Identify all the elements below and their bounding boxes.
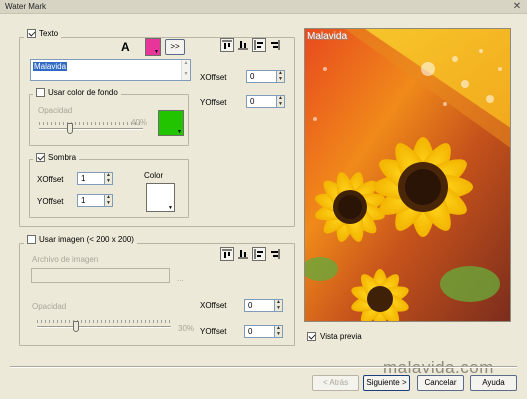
font-icon[interactable]: A bbox=[121, 40, 130, 54]
next-button[interactable]: Siguiente > bbox=[363, 375, 410, 391]
align-top-icon[interactable] bbox=[220, 247, 234, 261]
text-color-swatch[interactable]: ▼ bbox=[145, 38, 161, 56]
title-bar bbox=[0, 0, 527, 14]
preview-checkbox[interactable] bbox=[307, 332, 316, 341]
shadow-yoffset-label: YOffset bbox=[37, 197, 64, 206]
bg-color-header: Usar color de fondo bbox=[33, 88, 121, 97]
bg-color-checkbox[interactable] bbox=[36, 88, 45, 97]
bg-opacity-slider[interactable] bbox=[39, 122, 143, 134]
text-group-header: Texto bbox=[24, 29, 62, 38]
image-xoffset-label: XOffset bbox=[200, 301, 227, 310]
text-group-label: Texto bbox=[39, 29, 59, 38]
image-file-field[interactable] bbox=[31, 268, 170, 283]
text-xoffset-stepper[interactable]: 0 ▲ ▼ bbox=[246, 70, 285, 83]
window-title: Water Mark bbox=[5, 2, 47, 11]
image-align-toolbar bbox=[220, 247, 282, 261]
image-opacity-percent: 30% bbox=[178, 324, 195, 333]
shadow-label: Sombra bbox=[48, 153, 77, 162]
shadow-yoffset-value[interactable]: 1 bbox=[77, 194, 104, 207]
image-file-label: Archivo de imagen bbox=[32, 255, 99, 264]
align-top-icon[interactable] bbox=[220, 38, 234, 52]
image-yoffset-stepper[interactable]: 0 ▲ ▼ bbox=[244, 325, 283, 338]
align-left-icon[interactable] bbox=[252, 247, 266, 261]
preview-panel: Malavida bbox=[304, 28, 511, 322]
text-xoffset-value[interactable]: 0 bbox=[246, 70, 276, 83]
text-yoffset-stepper[interactable]: 0 ▲ ▼ bbox=[246, 95, 285, 108]
preview-toggle[interactable]: Vista previa bbox=[307, 332, 362, 341]
image-xoffset-value[interactable]: 0 bbox=[244, 299, 274, 312]
image-group-label: Usar imagen (< 200 x 200) bbox=[39, 235, 134, 244]
text-scrollbar[interactable]: ▲ ▼ bbox=[181, 60, 190, 80]
image-opacity-thumb[interactable] bbox=[73, 321, 79, 332]
text-checkbox[interactable] bbox=[27, 29, 36, 38]
watermark-text-field[interactable]: Malavida ▲ ▼ bbox=[30, 59, 191, 81]
align-bottom-icon[interactable] bbox=[236, 38, 250, 52]
shadow-color-label: Color bbox=[144, 171, 164, 180]
image-browse-button[interactable]: ... bbox=[177, 274, 184, 283]
cancel-button[interactable]: Cancelar bbox=[417, 375, 464, 391]
shadow-header: Sombra bbox=[33, 153, 80, 162]
bg-opacity-label: Opacidad bbox=[38, 106, 73, 115]
image-opacity-label: Opacidad bbox=[32, 302, 67, 311]
text-yoffset-label: YOffset bbox=[200, 98, 227, 107]
sunflower-preview-image bbox=[305, 29, 510, 321]
close-icon[interactable]: ✕ bbox=[511, 1, 523, 12]
text-align-toolbar bbox=[220, 38, 282, 52]
footer-divider bbox=[10, 366, 517, 368]
watermark-text-value: Malavida bbox=[33, 62, 68, 71]
preview-watermark-text: Malavida bbox=[307, 31, 348, 42]
text-yoffset-value[interactable]: 0 bbox=[246, 95, 276, 108]
image-opacity-slider[interactable] bbox=[37, 320, 171, 332]
preview-label: Vista previa bbox=[320, 332, 362, 341]
image-checkbox[interactable] bbox=[27, 235, 36, 244]
back-button[interactable]: < Atrás bbox=[312, 375, 359, 391]
shadow-checkbox[interactable] bbox=[36, 153, 45, 162]
bg-opacity-thumb[interactable] bbox=[67, 123, 73, 134]
bg-opacity-percent: 40% bbox=[131, 118, 148, 127]
more-options-button[interactable]: >> bbox=[165, 39, 185, 55]
image-group-header: Usar imagen (< 200 x 200) bbox=[24, 235, 137, 244]
shadow-yoffset-stepper[interactable]: 1 ▲ ▼ bbox=[77, 194, 113, 207]
help-button[interactable]: Ayuda bbox=[470, 375, 517, 391]
image-yoffset-label: YOffset bbox=[200, 327, 227, 336]
shadow-xoffset-stepper[interactable]: 1 ▲ ▼ bbox=[77, 172, 113, 185]
image-xoffset-stepper[interactable]: 0 ▲ ▼ bbox=[244, 299, 283, 312]
shadow-xoffset-label: XOffset bbox=[37, 175, 64, 184]
align-left-icon[interactable] bbox=[252, 38, 266, 52]
align-right-icon[interactable] bbox=[268, 247, 282, 261]
shadow-color-swatch[interactable]: ▼ bbox=[146, 183, 175, 212]
text-xoffset-label: XOffset bbox=[200, 73, 227, 82]
shadow-xoffset-value[interactable]: 1 bbox=[77, 172, 104, 185]
image-yoffset-value[interactable]: 0 bbox=[244, 325, 274, 338]
bg-color-label: Usar color de fondo bbox=[48, 88, 118, 97]
align-right-icon[interactable] bbox=[268, 38, 282, 52]
bg-color-swatch[interactable]: ▼ bbox=[158, 110, 184, 136]
align-bottom-icon[interactable] bbox=[236, 247, 250, 261]
